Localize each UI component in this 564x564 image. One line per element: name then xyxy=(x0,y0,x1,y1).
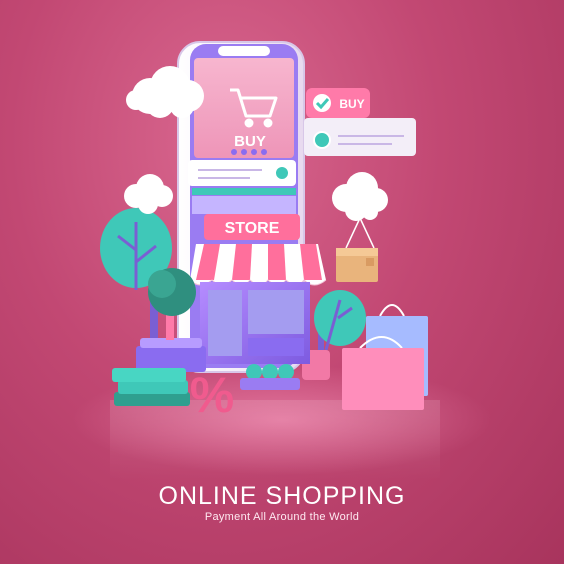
online-shopping-scene: BUY STORE % BUY xyxy=(72,41,492,480)
caption-subtitle: Payment All Around the World xyxy=(204,511,360,523)
buy-tag: BUY xyxy=(306,88,370,118)
buy-tag-label: BUY xyxy=(339,97,364,111)
caption-title: ONLINE SHOPPING xyxy=(158,482,406,510)
search-card xyxy=(304,118,416,156)
percent-icon: % xyxy=(190,367,234,423)
cloud-icon xyxy=(332,172,388,221)
phone-notch xyxy=(218,46,270,56)
cloud-icon xyxy=(124,174,173,214)
phone-buy-label: BUY xyxy=(234,133,266,150)
store-sign-label: STORE xyxy=(225,220,280,237)
hero-illustration: BUY STORE % BUY ONLINE SHOPPING Payment … xyxy=(0,0,564,564)
cardboard-box-icon xyxy=(336,217,378,282)
store-awning xyxy=(189,244,327,286)
percent-symbol: % xyxy=(190,367,234,423)
floor-reflection xyxy=(110,400,440,480)
store-front xyxy=(200,282,310,364)
store-sign: STORE xyxy=(204,214,300,240)
book-stack xyxy=(112,368,190,406)
tree-icon xyxy=(240,364,300,390)
